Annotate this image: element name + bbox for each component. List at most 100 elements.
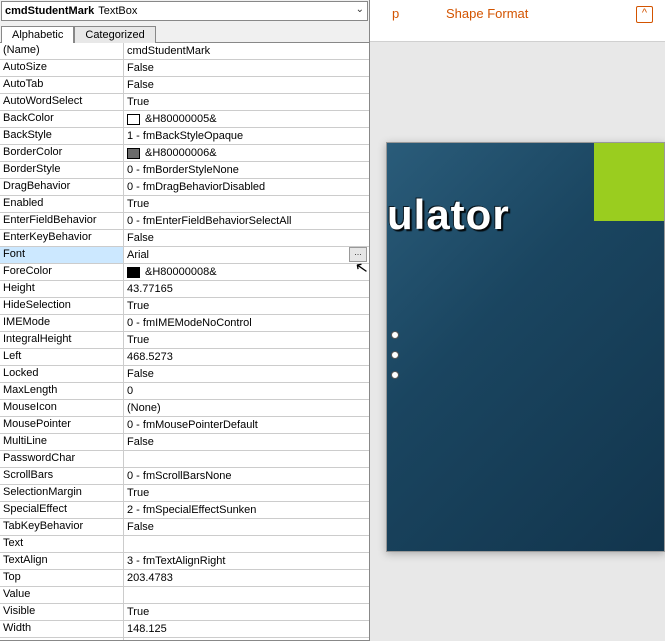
property-row[interactable]: Value	[0, 587, 369, 604]
property-row[interactable]: LockedFalse	[0, 366, 369, 383]
property-row[interactable]: ScrollBars0 - fmScrollBarsNone	[0, 468, 369, 485]
property-value[interactable]: (None)	[124, 400, 369, 416]
property-value[interactable]: 468.5273	[124, 349, 369, 365]
property-row[interactable]: TextAlign3 - fmTextAlignRight	[0, 553, 369, 570]
property-value[interactable]: False	[124, 60, 369, 76]
property-row[interactable]: BorderStyle0 - fmBorderStyleNone	[0, 162, 369, 179]
chevron-down-icon: ⌄	[356, 4, 364, 15]
property-value[interactable]: True	[124, 196, 369, 212]
slide-area[interactable]: ulator	[370, 42, 665, 641]
property-row[interactable]: (Name)cmdStudentMark	[0, 43, 369, 60]
property-name: ScrollBars	[0, 468, 124, 484]
property-value[interactable]: Arial…	[124, 247, 369, 263]
property-value-text: 0 - fmBorderStyleNone	[127, 164, 239, 176]
property-name: HideSelection	[0, 298, 124, 314]
property-row[interactable]: AutoTabFalse	[0, 77, 369, 94]
property-row[interactable]: IMEMode0 - fmIMEModeNoControl	[0, 315, 369, 332]
property-name: IntegralHeight	[0, 332, 124, 348]
property-row[interactable]: SpecialEffect2 - fmSpecialEffectSunken	[0, 502, 369, 519]
property-row[interactable]: MultiLineFalse	[0, 434, 369, 451]
textbox-control-selected[interactable]	[391, 331, 409, 379]
property-row[interactable]: SelectionMarginTrue	[0, 485, 369, 502]
green-rectangle-shape[interactable]	[594, 143, 664, 221]
color-swatch-icon	[127, 267, 140, 278]
object-name: cmdStudentMark	[5, 5, 94, 17]
ribbon-tab-partial[interactable]: p	[392, 6, 406, 21]
property-value[interactable]: 148.125	[124, 621, 369, 637]
property-row[interactable]: EnterKeyBehaviorFalse	[0, 230, 369, 247]
property-row[interactable]: Left468.5273	[0, 349, 369, 366]
property-value[interactable]: False	[124, 434, 369, 450]
property-value[interactable]: True	[124, 638, 369, 640]
property-row[interactable]: Height43.77165	[0, 281, 369, 298]
property-grid[interactable]: (Name)cmdStudentMarkAutoSizeFalseAutoTab…	[0, 42, 369, 640]
property-value[interactable]: &H80000008&	[124, 264, 369, 280]
property-value[interactable]: 43.77165	[124, 281, 369, 297]
slide[interactable]: ulator	[386, 142, 665, 552]
property-value[interactable]: 0 - fmScrollBarsNone	[124, 468, 369, 484]
property-row[interactable]: EnterFieldBehavior0 - fmEnterFieldBehavi…	[0, 213, 369, 230]
property-row[interactable]: DragBehavior0 - fmDragBehaviorDisabled	[0, 179, 369, 196]
property-value[interactable]: 0 - fmBorderStyleNone	[124, 162, 369, 178]
property-row[interactable]: MouseIcon(None)	[0, 400, 369, 417]
property-value[interactable]: True	[124, 485, 369, 501]
property-value[interactable]	[124, 536, 369, 552]
property-value[interactable]: False	[124, 77, 369, 93]
property-row[interactable]: FontArial…	[0, 247, 369, 264]
property-row[interactable]: ForeColor&H80000008&	[0, 264, 369, 281]
property-value[interactable]: True	[124, 94, 369, 110]
property-row[interactable]: TabKeyBehaviorFalse	[0, 519, 369, 536]
resize-handle-icon[interactable]	[391, 351, 399, 359]
property-value[interactable]: 0 - fmIMEModeNoControl	[124, 315, 369, 331]
tab-alphabetic[interactable]: Alphabetic	[1, 26, 74, 43]
property-row[interactable]: VisibleTrue	[0, 604, 369, 621]
object-selector-dropdown[interactable]: cmdStudentMark TextBox ⌄	[1, 1, 368, 21]
ribbon-tab-shape-format[interactable]: Shape Format	[446, 6, 528, 21]
property-value[interactable]: 0 - fmMousePointerDefault	[124, 417, 369, 433]
property-row[interactable]: IntegralHeightTrue	[0, 332, 369, 349]
property-row[interactable]: BorderColor&H80000006&	[0, 145, 369, 162]
property-value-text: True	[127, 606, 149, 618]
property-value[interactable]: True	[124, 298, 369, 314]
property-row[interactable]: Top203.4783	[0, 570, 369, 587]
property-row[interactable]: BackColor&H80000005&	[0, 111, 369, 128]
collapse-ribbon-icon[interactable]: ^	[636, 6, 653, 23]
property-value[interactable]: 0 - fmDragBehaviorDisabled	[124, 179, 369, 195]
property-row[interactable]: BackStyle1 - fmBackStyleOpaque	[0, 128, 369, 145]
property-value-text: True	[127, 96, 149, 108]
property-row[interactable]: EnabledTrue	[0, 196, 369, 213]
property-value[interactable]: &H80000006&	[124, 145, 369, 161]
property-row[interactable]: WordWrapTrue	[0, 638, 369, 640]
property-value[interactable]: 0	[124, 383, 369, 399]
resize-handle-icon[interactable]	[391, 371, 399, 379]
property-value[interactable]: True	[124, 604, 369, 620]
property-row[interactable]: AutoWordSelectTrue	[0, 94, 369, 111]
property-value[interactable]	[124, 451, 369, 467]
property-row[interactable]: HideSelectionTrue	[0, 298, 369, 315]
property-row[interactable]: MaxLength0	[0, 383, 369, 400]
property-value-text: True	[127, 487, 149, 499]
property-value[interactable]: True	[124, 332, 369, 348]
property-row[interactable]: Text	[0, 536, 369, 553]
property-value[interactable]: &H80000005&	[124, 111, 369, 127]
property-value[interactable]: 0 - fmEnterFieldBehaviorSelectAll	[124, 213, 369, 229]
property-value[interactable]: False	[124, 230, 369, 246]
property-value[interactable]	[124, 587, 369, 603]
property-row[interactable]: AutoSizeFalse	[0, 60, 369, 77]
property-row[interactable]: MousePointer0 - fmMousePointerDefault	[0, 417, 369, 434]
property-value-text: 0 - fmEnterFieldBehaviorSelectAll	[127, 215, 291, 227]
property-row[interactable]: Width148.125	[0, 621, 369, 638]
property-name: EnterKeyBehavior	[0, 230, 124, 246]
property-value-text: 0 - fmMousePointerDefault	[127, 419, 258, 431]
property-value[interactable]: cmdStudentMark	[124, 43, 369, 59]
property-row[interactable]: PasswordChar	[0, 451, 369, 468]
property-value[interactable]: 203.4783	[124, 570, 369, 586]
resize-handle-icon[interactable]	[391, 331, 399, 339]
property-value[interactable]: 1 - fmBackStyleOpaque	[124, 128, 369, 144]
tab-categorized[interactable]: Categorized	[74, 26, 155, 43]
property-name: Value	[0, 587, 124, 603]
property-value[interactable]: False	[124, 366, 369, 382]
property-value[interactable]: 2 - fmSpecialEffectSunken	[124, 502, 369, 518]
property-value[interactable]: False	[124, 519, 369, 535]
property-value[interactable]: 3 - fmTextAlignRight	[124, 553, 369, 569]
